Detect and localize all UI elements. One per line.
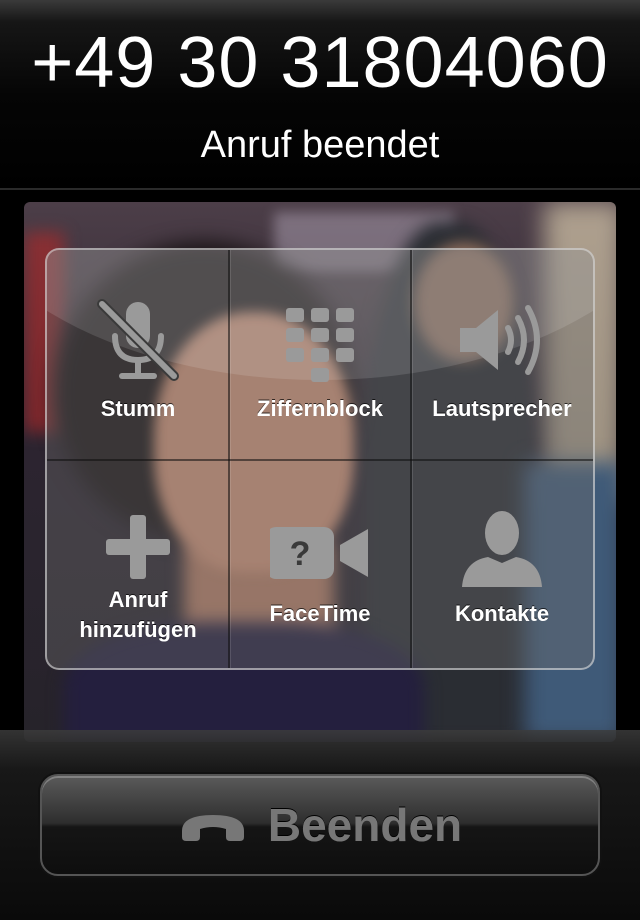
speaker-label: Lautsprecher [432, 396, 572, 421]
add-call-label-line1: Anruf [108, 587, 168, 612]
add-call-button[interactable]: Anruf hinzufügen [47, 459, 229, 668]
add-call-label-line2: hinzufügen [79, 617, 197, 642]
mute-microphone-icon [97, 299, 179, 381]
keypad-icon [286, 308, 354, 382]
grid-divider [47, 459, 593, 461]
call-status: Anruf beendet [200, 124, 440, 166]
end-call-button[interactable]: Beenden [40, 774, 600, 876]
keypad-label: Ziffernblock [257, 396, 383, 421]
speaker-icon [460, 305, 540, 375]
call-header: +49 30 31804060 Anruf beendet [0, 0, 640, 190]
mute-label: Stumm [100, 396, 176, 421]
facetime-icon: ? [270, 527, 368, 579]
contacts-button[interactable]: Kontakte [411, 459, 593, 668]
mute-button[interactable]: Stumm [47, 250, 229, 459]
phone-handset-icon [181, 815, 244, 841]
svg-text:?: ? [290, 535, 311, 573]
contacts-icon [462, 511, 542, 587]
contacts-label: Kontakte [454, 601, 550, 626]
call-controls-grid: Stumm Ziffernblock Lautsprecher Anruf hi… [45, 248, 595, 670]
end-call-label: Beenden [267, 799, 463, 851]
header-divider [0, 188, 640, 190]
facetime-button[interactable]: ? FaceTime [229, 459, 411, 668]
keypad-button[interactable]: Ziffernblock [229, 250, 411, 459]
speaker-button[interactable]: Lautsprecher [411, 250, 593, 459]
facetime-label: FaceTime [269, 601, 371, 626]
caller-number: +49 30 31804060 [31, 23, 609, 103]
add-call-label: Anruf hinzufügen [47, 585, 229, 645]
